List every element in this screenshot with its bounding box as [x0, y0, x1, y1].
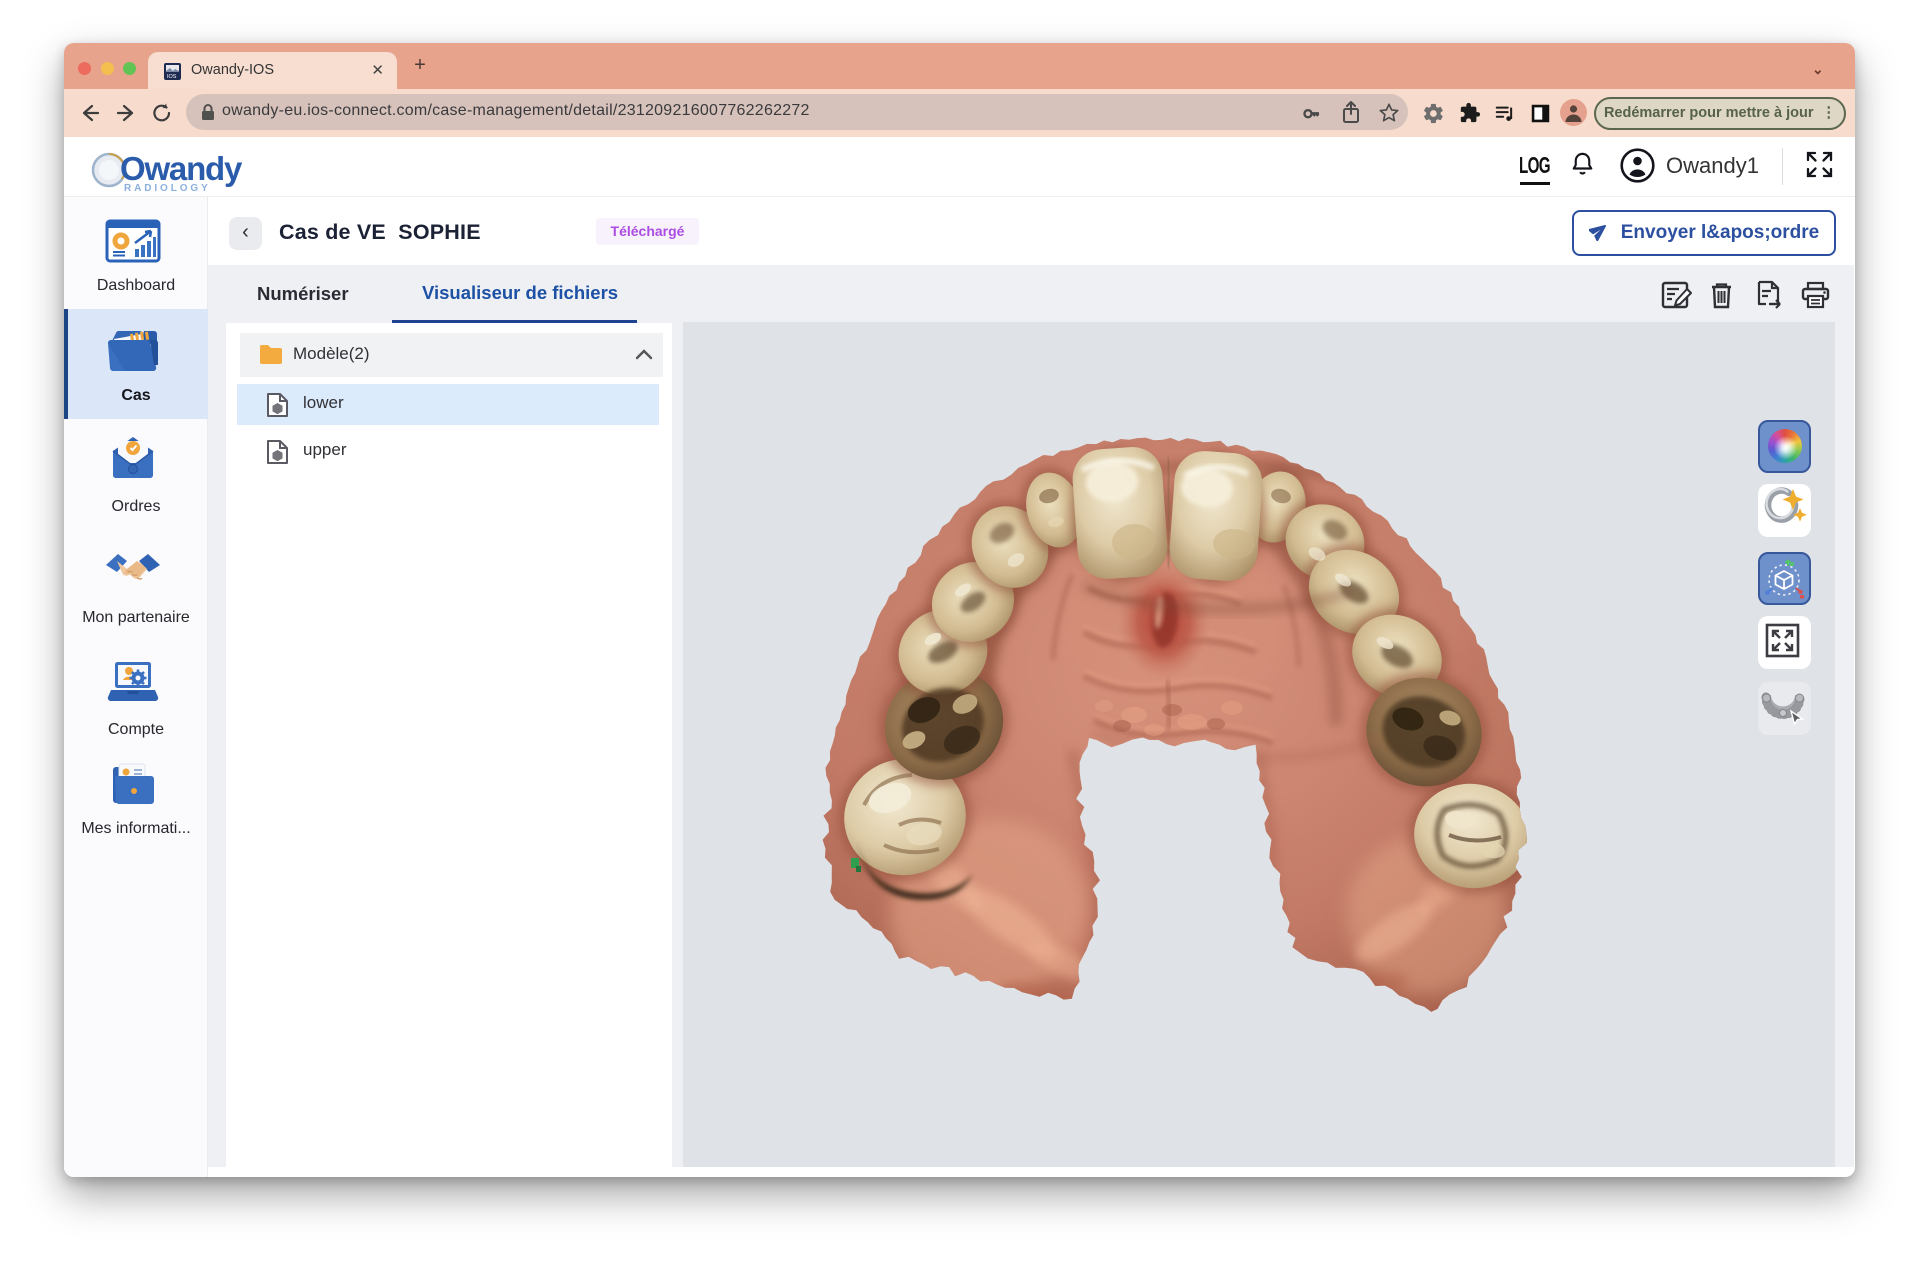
svg-text:RADIOLOGY: RADIOLOGY — [124, 183, 211, 194]
svg-text:Owandy: Owandy — [120, 150, 243, 187]
svg-text:IOS: IOS — [167, 74, 177, 80]
